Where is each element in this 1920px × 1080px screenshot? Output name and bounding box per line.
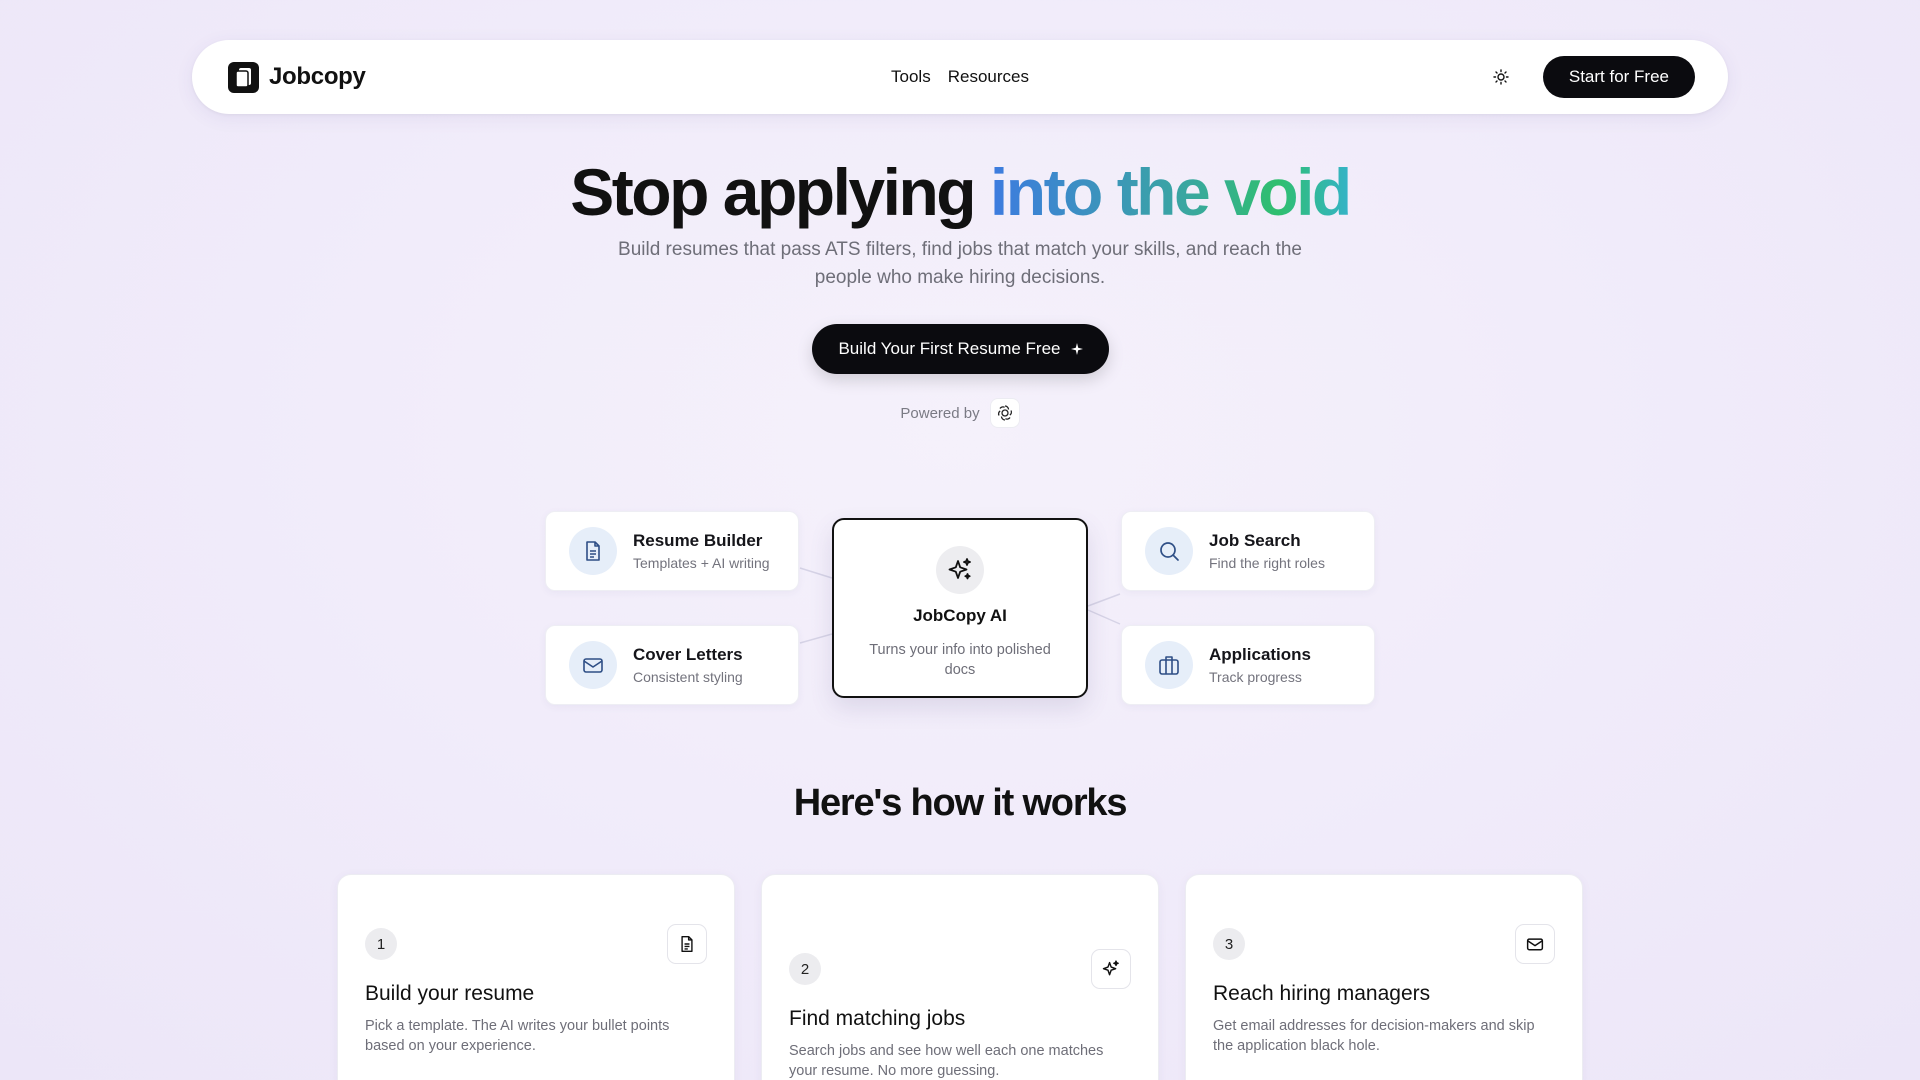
feature-subtitle: Find the right roles — [1209, 555, 1325, 571]
mail-icon — [1515, 924, 1555, 964]
hero-title: Stop applying into the void — [0, 154, 1920, 230]
document-icon — [569, 527, 617, 575]
center-card-subtitle: Turns your info into polished docs — [869, 642, 1051, 678]
brand-name: Jobcopy — [269, 63, 366, 90]
hero-subtitle: Build resumes that pass ATS filters, fin… — [618, 239, 1302, 288]
nav-link-tools[interactable]: Tools — [891, 67, 931, 87]
nav-links: Tools Resources — [891, 40, 1029, 114]
feature-subtitle: Consistent styling — [633, 669, 743, 685]
step-title: Build your resume — [365, 982, 535, 1005]
powered-by: Powered by — [0, 398, 1920, 428]
step-number: 3 — [1213, 928, 1245, 960]
sun-icon[interactable] — [1491, 67, 1511, 87]
briefcase-icon — [1145, 641, 1193, 689]
feature-title: Cover Letters — [633, 645, 743, 664]
sparkle-icon — [1070, 343, 1083, 355]
build-resume-button[interactable]: Build Your First Resume Free — [812, 324, 1109, 374]
step-description: Pick a template. The AI writes your bull… — [365, 1018, 670, 1054]
feature-card-job-search[interactable]: Job Search Find the right roles — [1121, 511, 1375, 591]
top-navbar: Jobcopy Tools Resources Start for Free — [192, 40, 1728, 114]
mail-icon — [569, 641, 617, 689]
feature-card-cover-letters[interactable]: Cover Letters Consistent styling — [545, 625, 799, 705]
nav-link-resources[interactable]: Resources — [948, 67, 1029, 87]
feature-subtitle: Templates + AI writing — [633, 555, 770, 571]
hero-title-highlight: into the void — [989, 155, 1352, 229]
feature-subtitle: Track progress — [1209, 669, 1302, 685]
nav-right: Start for Free — [1491, 56, 1695, 98]
openai-logo-icon — [989, 398, 1020, 428]
powered-by-label: Powered by — [900, 404, 980, 422]
sparkles-icon — [936, 546, 984, 594]
brand[interactable]: Jobcopy — [228, 61, 366, 93]
step-card-1[interactable]: 1 Build your resume Pick a template. The… — [337, 874, 735, 1080]
document-icon — [667, 924, 707, 964]
feature-title: Applications — [1209, 645, 1312, 664]
build-resume-button-label: Build Your First Resume Free — [838, 339, 1061, 358]
feature-card-resume-builder[interactable]: Resume Builder Templates + AI writing — [545, 511, 799, 591]
step-number: 1 — [365, 928, 397, 960]
step-card-3[interactable]: 3 Reach hiring managers Get email addres… — [1185, 874, 1583, 1080]
step-number: 2 — [789, 953, 821, 985]
center-card-title: JobCopy AI — [913, 606, 1007, 625]
jobcopy-logo-icon — [228, 61, 259, 93]
step-description: Get email addresses for decision-makers … — [1213, 1018, 1535, 1054]
feature-title: Job Search — [1209, 531, 1301, 550]
step-description: Search jobs and see how well each one ma… — [789, 1043, 1104, 1079]
step-title: Reach hiring managers — [1213, 982, 1431, 1005]
sparkles-icon — [1091, 949, 1131, 989]
hero-title-plain: Stop applying — [570, 155, 990, 229]
start-for-free-button[interactable]: Start for Free — [1542, 56, 1695, 98]
feature-title: Resume Builder — [633, 531, 763, 550]
search-icon — [1145, 527, 1193, 575]
step-card-2[interactable]: 2 Find matching jobs Search jobs and see… — [761, 874, 1159, 1080]
jobcopy-ai-card[interactable]: JobCopy AI Turns your info into polished… — [832, 518, 1088, 698]
how-it-works-title: Here's how it works — [793, 782, 1128, 824]
step-title: Find matching jobs — [789, 1007, 966, 1030]
feature-card-applications[interactable]: Applications Track progress — [1121, 625, 1375, 705]
